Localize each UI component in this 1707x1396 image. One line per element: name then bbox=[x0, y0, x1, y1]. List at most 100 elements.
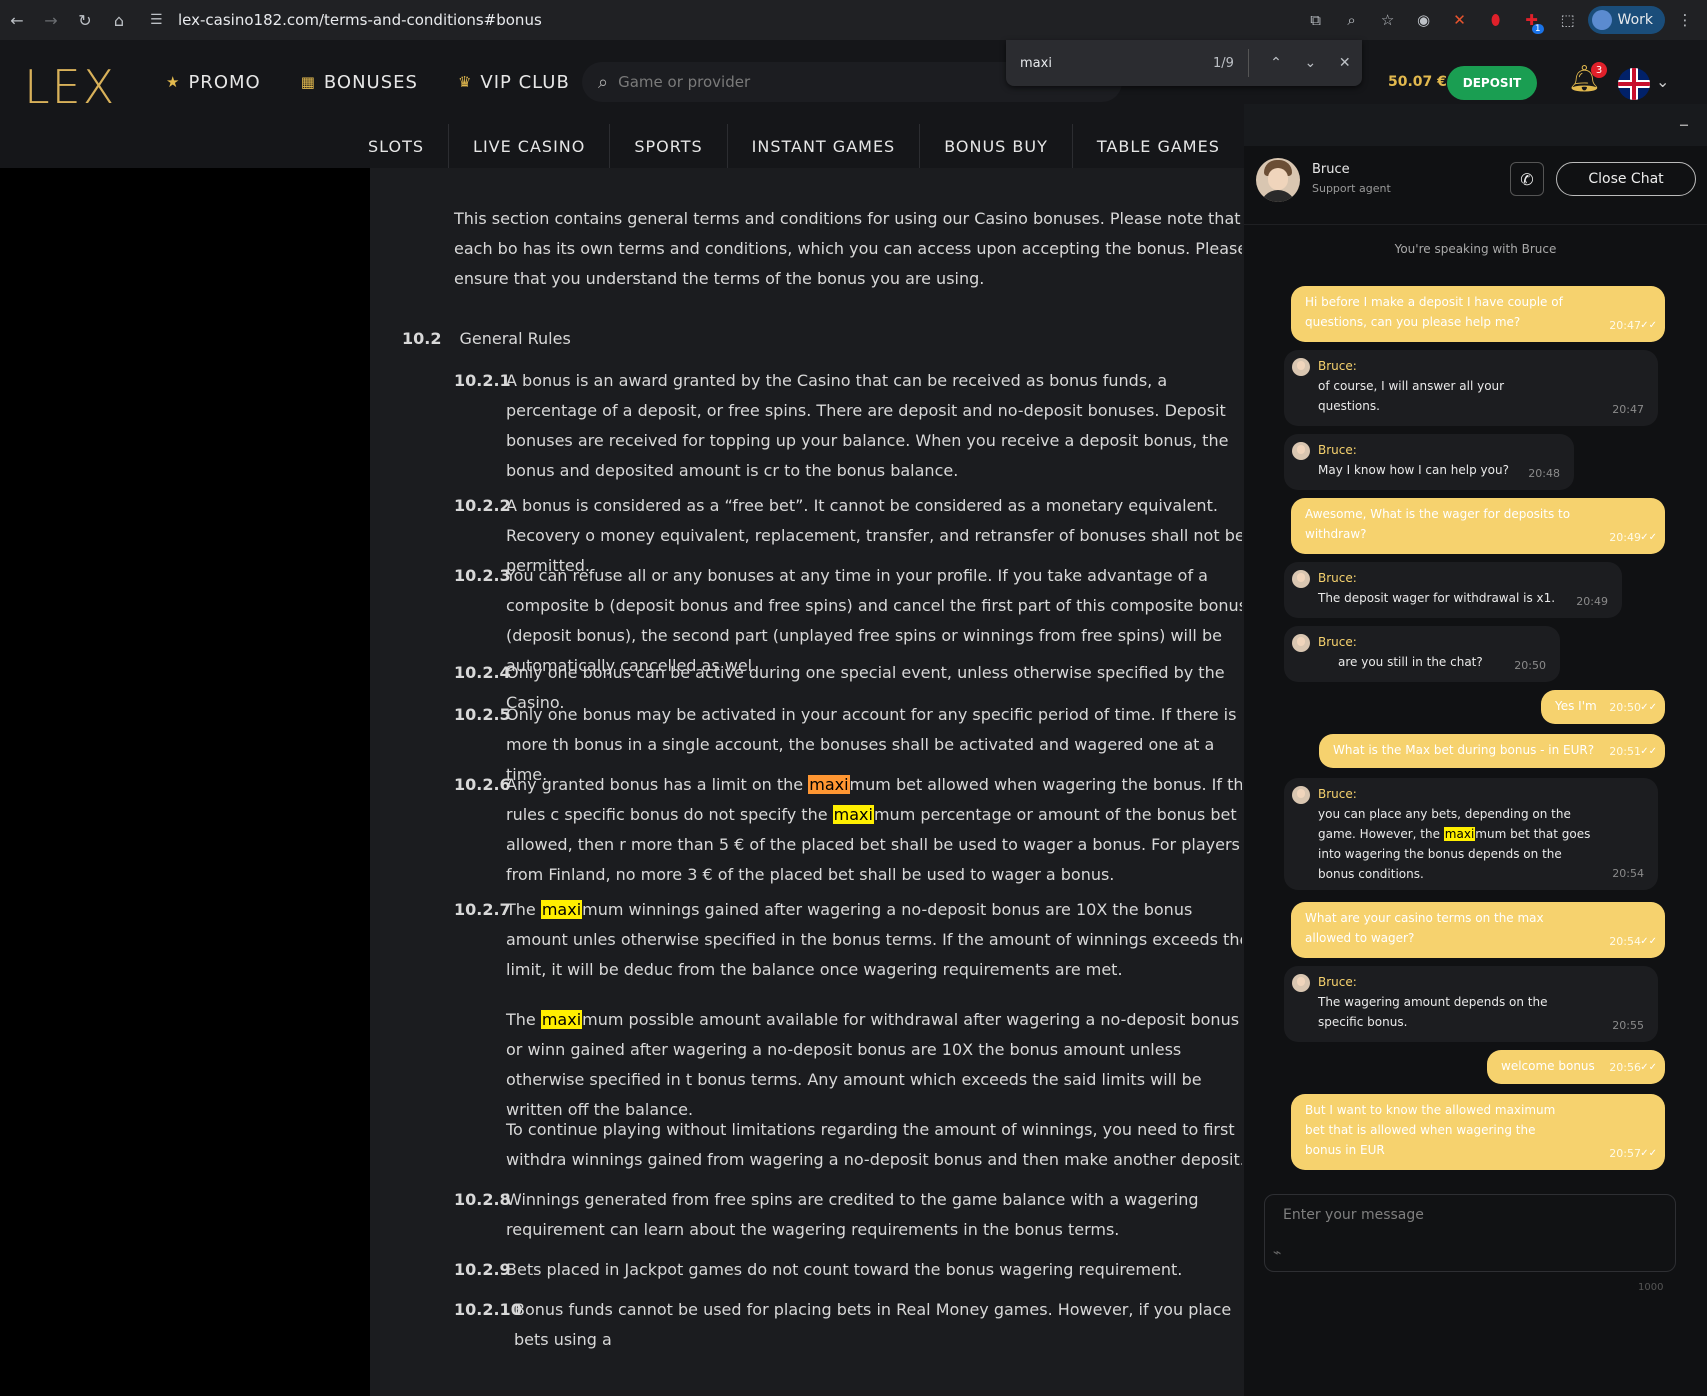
double-check-icon: ✓✓ bbox=[1640, 532, 1657, 543]
find-icon[interactable]: ⌕ bbox=[1336, 0, 1368, 40]
back-icon[interactable]: ← bbox=[0, 0, 34, 40]
agent-mini-avatar bbox=[1292, 442, 1310, 460]
main-nav: ★ PROMO ▦ BONUSES ♛ VIP CLUB bbox=[166, 64, 570, 100]
rule-number: 10.2.7 bbox=[454, 900, 511, 919]
agent-mini-avatar bbox=[1292, 974, 1310, 992]
rule-text: A bonus is an award granted by the Casin… bbox=[506, 371, 1229, 480]
search-icon: ⌕ bbox=[598, 71, 609, 93]
find-match: maxi bbox=[1443, 827, 1476, 841]
find-match-current: maxi bbox=[808, 775, 850, 794]
reload-icon[interactable]: ↻ bbox=[68, 0, 102, 40]
cat-slots[interactable]: SLOTS bbox=[344, 124, 450, 168]
balance[interactable]: 50.07 € bbox=[1388, 74, 1447, 90]
find-input[interactable]: maxi bbox=[1020, 56, 1192, 71]
rule-number: 10.2.8 bbox=[454, 1190, 511, 1209]
agent-mini-avatar bbox=[1292, 570, 1310, 588]
find-count: 1/9 bbox=[1212, 55, 1234, 71]
extension-x-icon[interactable]: ✕ bbox=[1444, 0, 1476, 40]
rule-text: The maximum winnings gained after wageri… bbox=[506, 900, 1242, 979]
nav-promo[interactable]: ★ PROMO bbox=[166, 64, 261, 100]
find-next-icon[interactable]: ⌄ bbox=[1293, 55, 1327, 71]
profile-avatar bbox=[1591, 10, 1612, 30]
rule-number: 10.2.1 bbox=[454, 371, 511, 390]
deposit-button[interactable]: DEPOSIT bbox=[1447, 66, 1537, 100]
find-match: maxi bbox=[540, 1010, 583, 1029]
section-heading: 10.2 General Rules bbox=[402, 324, 571, 354]
message-input[interactable] bbox=[1283, 1207, 1663, 1247]
message-agent: Bruce: you can place any bets, depending… bbox=[1284, 778, 1658, 890]
crown-icon: ♛ bbox=[457, 73, 473, 91]
message-agent: Bruce: May I know how I can help you? 20… bbox=[1284, 434, 1574, 490]
agent-avatar bbox=[1256, 158, 1300, 202]
extension-shield-icon[interactable]: ⬮ bbox=[1480, 0, 1512, 40]
message-user: But I want to know the allowed maximum b… bbox=[1291, 1094, 1665, 1170]
gift-icon: ▦ bbox=[300, 73, 316, 91]
message-user: Hi before I make a deposit I have couple… bbox=[1291, 286, 1665, 342]
profile-label: Work bbox=[1617, 12, 1653, 28]
cat-sports[interactable]: SPORTS bbox=[610, 124, 728, 168]
search-input[interactable] bbox=[618, 73, 1019, 91]
forward-icon[interactable]: → bbox=[34, 0, 68, 40]
rule-10-2-8: 10.2.8 Winnings generated from free spin… bbox=[454, 1185, 1242, 1245]
home-icon[interactable]: ⌂ bbox=[102, 0, 136, 40]
minimize-icon[interactable]: – bbox=[1679, 112, 1689, 136]
double-check-icon: ✓✓ bbox=[1640, 320, 1657, 331]
close-chat-button[interactable]: Close Chat bbox=[1556, 162, 1696, 196]
rule-10-2-10: 10.2.10 Bonus funds cannot be used for p… bbox=[454, 1295, 1242, 1355]
nav-bonuses[interactable]: ▦ BONUSES bbox=[301, 64, 418, 100]
notifications-bell-icon[interactable]: 🔔︎ 3 bbox=[1568, 62, 1608, 94]
translate-icon[interactable]: ⧉ bbox=[1300, 0, 1332, 40]
extension-icon[interactable]: ◉ bbox=[1408, 0, 1440, 40]
bookmark-star-icon[interactable]: ☆ bbox=[1372, 0, 1404, 40]
rule-number: 10.2.9 bbox=[454, 1260, 511, 1279]
chat-agent-header: Bruce Support agent ✆ Close Chat bbox=[1256, 156, 1696, 212]
browser-menu-icon[interactable]: ⋮ bbox=[1669, 0, 1701, 40]
double-check-icon: ✓✓ bbox=[1640, 936, 1657, 947]
rule-text: Any granted bonus has a limit on the max… bbox=[506, 775, 1242, 884]
star-icon: ★ bbox=[166, 73, 181, 91]
attachment-icon[interactable]: ⌁ bbox=[1273, 1245, 1281, 1261]
phone-icon[interactable]: ✆ bbox=[1510, 162, 1544, 196]
find-close-icon[interactable]: ✕ bbox=[1328, 55, 1362, 71]
double-check-icon: ✓✓ bbox=[1640, 702, 1657, 713]
url-text: lex-casino182.com/terms-and-conditions#b… bbox=[178, 11, 542, 29]
find-match: maxi bbox=[832, 805, 874, 824]
message-agent: Bruce: The wagering amount depends on th… bbox=[1284, 966, 1658, 1042]
cat-live-casino[interactable]: LIVE CASINO bbox=[449, 124, 611, 168]
rule-number: 10.2.10 bbox=[454, 1300, 522, 1319]
rule-number: 10.2.6 bbox=[454, 775, 511, 794]
nav-vip-club[interactable]: ♛ VIP CLUB bbox=[458, 64, 570, 100]
cat-instant-games[interactable]: INSTANT GAMES bbox=[728, 124, 921, 168]
agent-mini-avatar bbox=[1292, 786, 1310, 804]
nav-bonuses-label: BONUSES bbox=[323, 71, 418, 93]
find-prev-icon[interactable]: ⌃ bbox=[1259, 55, 1293, 71]
cat-bonus-buy[interactable]: BONUS BUY bbox=[920, 124, 1073, 168]
address-bar[interactable]: ☰ lex-casino182.com/terms-and-conditions… bbox=[150, 5, 1260, 35]
double-check-icon: ✓✓ bbox=[1640, 1148, 1657, 1159]
rule-10-2-7-para-3: To continue playing without limitations … bbox=[506, 1120, 1242, 1169]
puzzle-icon[interactable]: ⬚ bbox=[1552, 0, 1584, 40]
language-flag-icon[interactable] bbox=[1618, 68, 1650, 100]
chat-titlebar: – bbox=[1244, 104, 1707, 146]
message-user: What is the Max bet during bonus - in EU… bbox=[1319, 734, 1665, 768]
rule-10-2-6: 10.2.6 Any granted bonus has a limit on … bbox=[454, 770, 1242, 890]
extension-badge-icon[interactable]: ✚ 1 bbox=[1516, 0, 1548, 40]
agent-name: Bruce bbox=[1312, 162, 1350, 177]
find-bar: maxi 1/9 ⌃ ⌄ ✕ bbox=[1006, 40, 1362, 86]
site-settings-icon[interactable]: ☰ bbox=[150, 12, 178, 28]
agent-mini-avatar bbox=[1292, 358, 1310, 376]
category-nav: SLOTS LIVE CASINO SPORTS INSTANT GAMES B… bbox=[344, 124, 1303, 168]
cat-table-games[interactable]: TABLE GAMES bbox=[1073, 124, 1245, 168]
chevron-down-icon[interactable]: ⌄ bbox=[1656, 72, 1669, 91]
double-check-icon: ✓✓ bbox=[1640, 746, 1657, 757]
terms-intro: This section contains general terms and … bbox=[454, 209, 1242, 288]
message-agent: Bruce: of course, I will answer all your… bbox=[1284, 350, 1658, 426]
site-logo[interactable]: LEX bbox=[24, 60, 116, 114]
profile-button[interactable]: Work bbox=[1587, 6, 1665, 34]
support-chat: – Bruce Support agent ✆ Close Chat You'r… bbox=[1244, 104, 1707, 1396]
extension-badge: 1 bbox=[1531, 24, 1544, 34]
char-limit: 1000 bbox=[1638, 1282, 1664, 1293]
message-user: What are your casino terms on the max al… bbox=[1291, 902, 1665, 958]
message-composer: ⌁ bbox=[1264, 1194, 1676, 1272]
message-agent: Bruce: are you still in the chat? 20:50 bbox=[1284, 626, 1560, 682]
